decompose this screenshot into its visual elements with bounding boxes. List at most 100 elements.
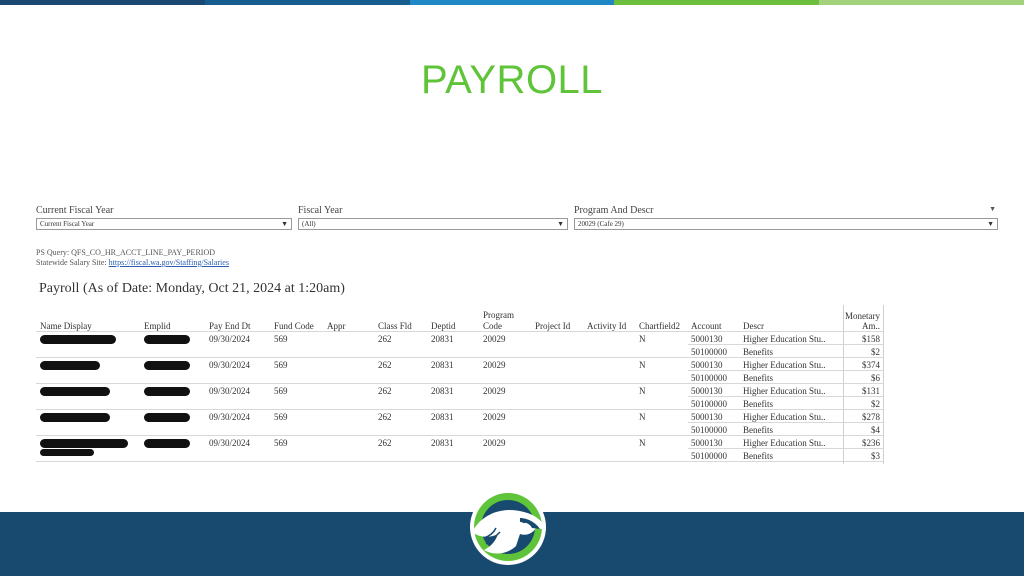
top-color-bar: [0, 0, 1024, 5]
payroll-heading: Payroll (As of Date: Monday, Oct 21, 202…: [39, 281, 345, 296]
deptid-cell: 20831: [431, 412, 454, 422]
amount-cell: $4: [871, 425, 880, 435]
redacted-emplid: [144, 413, 190, 422]
filter-value: Current Fiscal Year: [40, 220, 95, 228]
column-header-deptid[interactable]: Deptid: [431, 321, 456, 331]
redacted-name: [40, 335, 116, 344]
fund-code-cell: 569: [274, 360, 288, 370]
account-cell: 50100000: [691, 373, 727, 383]
descr-cell: Higher Education Stu..: [743, 438, 826, 448]
redacted-emplid: [144, 361, 190, 370]
column-header-descr[interactable]: Descr: [743, 321, 764, 331]
report-meta: PS Query: QFS_CO_HR_ACCT_LINE_PAY_PERIOD…: [36, 248, 229, 268]
filter-fiscal-year: Fiscal Year (All) ▼: [298, 204, 568, 230]
class-fld-cell: 262: [378, 334, 392, 344]
salary-site-line: Statewide Salary Site: https://fiscal.wa…: [36, 258, 229, 268]
pay-end-dt-cell: 09/30/2024: [209, 334, 251, 344]
top-bar-segment: [0, 0, 205, 5]
amount-cell: $278: [862, 412, 880, 422]
chevron-down-icon[interactable]: ▼: [989, 205, 996, 213]
pay-end-dt-cell: 09/30/2024: [209, 412, 251, 422]
fund-code-cell: 569: [274, 386, 288, 396]
redacted-name: [40, 387, 110, 396]
amount-cell: $158: [862, 334, 880, 344]
sub-row-divider: [688, 396, 884, 397]
account-cell: 50100000: [691, 425, 727, 435]
redacted-name: [40, 439, 128, 448]
column-header-fund-code[interactable]: Fund Code: [274, 321, 314, 331]
redacted-name: [40, 413, 110, 422]
filter-label: Fiscal Year: [298, 205, 343, 216]
chartfield2-cell: N: [639, 438, 646, 448]
column-header-project-id[interactable]: Project Id: [535, 321, 570, 331]
account-cell: 50100000: [691, 347, 727, 357]
top-bar-segment: [204, 0, 410, 5]
column-header-monetary-line2[interactable]: Am..: [842, 321, 880, 331]
amount-cell: $236: [862, 438, 880, 448]
account-cell: 5000130: [691, 412, 723, 422]
row-divider: [36, 409, 884, 410]
class-fld-cell: 262: [378, 386, 392, 396]
row-divider: [36, 383, 884, 384]
column-header-emplid[interactable]: Emplid: [144, 321, 171, 331]
eagle-logo-icon: [470, 489, 546, 565]
redacted-emplid: [144, 387, 190, 396]
descr-cell: Benefits: [743, 425, 773, 435]
chevron-down-icon: ▼: [281, 220, 288, 228]
redacted-emplid: [144, 335, 190, 344]
account-cell: 5000130: [691, 360, 723, 370]
column-header-pay-end-dt[interactable]: Pay End Dt: [209, 321, 251, 331]
amount-cell: $131: [862, 386, 880, 396]
salary-site-link[interactable]: https://fiscal.wa.gov/Staffing/Salaries: [109, 258, 229, 267]
amount-cell: $2: [871, 347, 880, 357]
deptid-cell: 20831: [431, 438, 454, 448]
deptid-cell: 20831: [431, 360, 454, 370]
class-fld-cell: 262: [378, 412, 392, 422]
column-header-class-fld[interactable]: Class Fld: [378, 321, 412, 331]
filter-label: Program And Descr: [574, 205, 654, 216]
program-code-cell: 20029: [483, 360, 506, 370]
chartfield2-cell: N: [639, 360, 646, 370]
descr-cell: Higher Education Stu..: [743, 386, 826, 396]
current-fiscal-year-select[interactable]: Current Fiscal Year ▼: [36, 218, 292, 230]
descr-cell: Higher Education Stu..: [743, 334, 826, 344]
column-header-appr[interactable]: Appr: [327, 321, 346, 331]
column-header-program-code-line1[interactable]: Program: [483, 310, 514, 320]
program-code-cell: 20029: [483, 334, 506, 344]
slide-title: PAYROLL: [420, 58, 604, 102]
amount-cell: $3: [871, 451, 880, 461]
chartfield2-cell: N: [639, 412, 646, 422]
class-fld-cell: 262: [378, 360, 392, 370]
filter-label: Current Fiscal Year: [36, 205, 114, 216]
deptid-cell: 20831: [431, 386, 454, 396]
filter-program-and-descr: Program And Descr ▼ 20029 (Cafe 29) ▼: [574, 204, 998, 230]
fiscal-year-select[interactable]: (All) ▼: [298, 218, 568, 230]
amount-cell: $6: [871, 373, 880, 383]
descr-cell: Higher Education Stu..: [743, 360, 826, 370]
row-divider: [36, 435, 884, 436]
filter-current-fiscal-year: Current Fiscal Year Current Fiscal Year …: [36, 204, 292, 230]
program-code-cell: 20029: [483, 438, 506, 448]
column-header-monetary-line1[interactable]: Monetary: [842, 311, 880, 321]
redacted-name: [40, 449, 94, 456]
chevron-down-icon: ▼: [557, 220, 564, 228]
chartfield2-cell: N: [639, 386, 646, 396]
program-code-cell: 20029: [483, 412, 506, 422]
top-bar-segment: [819, 0, 1024, 5]
redacted-emplid: [144, 439, 190, 448]
column-header-activity-id[interactable]: Activity Id: [587, 321, 626, 331]
column-header-name-display[interactable]: Name Display: [40, 321, 92, 331]
column-header-account[interactable]: Account: [691, 321, 722, 331]
account-cell: 5000130: [691, 438, 723, 448]
column-header-chartfield2[interactable]: Chartfield2: [639, 321, 680, 331]
fund-code-cell: 569: [274, 334, 288, 344]
sub-row-divider: [688, 422, 884, 423]
top-bar-segment: [409, 0, 615, 5]
column-header-program-code-line2[interactable]: Code: [483, 321, 502, 331]
amount-cell: $2: [871, 399, 880, 409]
program-and-descr-select[interactable]: 20029 (Cafe 29) ▼: [574, 218, 998, 230]
account-cell: 5000130: [691, 386, 723, 396]
redacted-name: [40, 361, 100, 370]
account-cell: 5000130: [691, 334, 723, 344]
descr-cell: Benefits: [743, 451, 773, 461]
